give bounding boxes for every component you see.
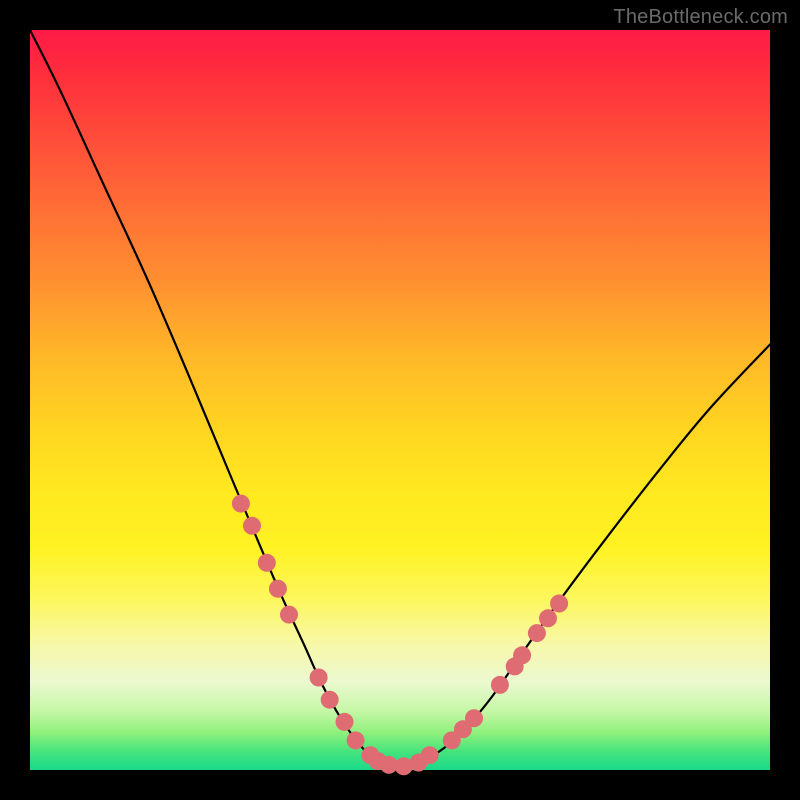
highlight-dot bbox=[513, 646, 531, 664]
highlight-dot bbox=[336, 713, 354, 731]
highlight-dot bbox=[465, 709, 483, 727]
highlight-dot bbox=[321, 691, 339, 709]
bottleneck-curve bbox=[30, 30, 770, 766]
highlight-dot bbox=[421, 746, 439, 764]
highlight-dot bbox=[347, 731, 365, 749]
highlight-dot bbox=[539, 609, 557, 627]
chart-stage: TheBottleneck.com bbox=[0, 0, 800, 800]
watermark-text: TheBottleneck.com bbox=[613, 6, 788, 29]
highlight-dot bbox=[232, 495, 250, 513]
plot-area bbox=[30, 30, 770, 770]
highlight-dot bbox=[310, 669, 328, 687]
highlight-dot bbox=[491, 676, 509, 694]
highlight-dot bbox=[528, 624, 546, 642]
highlight-dot bbox=[550, 595, 568, 613]
highlight-dots-group bbox=[232, 495, 568, 776]
highlight-dot bbox=[280, 606, 298, 624]
highlight-dot bbox=[243, 517, 261, 535]
highlight-dot bbox=[258, 554, 276, 572]
highlight-dot bbox=[269, 580, 287, 598]
curve-svg bbox=[30, 30, 770, 770]
